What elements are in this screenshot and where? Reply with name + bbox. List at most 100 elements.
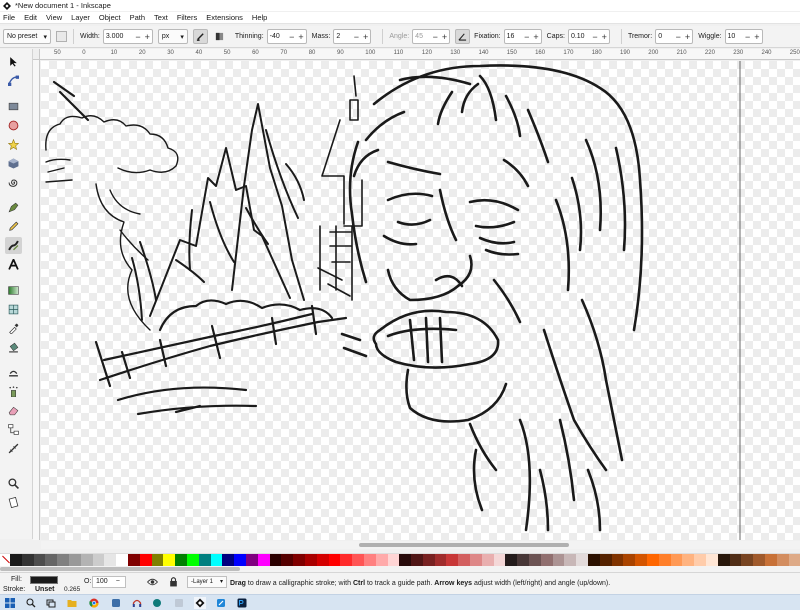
plus-icon[interactable]: + (442, 32, 447, 42)
plus-icon[interactable]: + (363, 32, 368, 42)
minus-icon[interactable]: − (524, 32, 529, 42)
color-swatch[interactable] (564, 554, 577, 566)
preset-dropdown[interactable]: No preset ▾ (3, 29, 51, 44)
color-swatch[interactable] (352, 554, 364, 566)
color-swatch[interactable] (517, 554, 530, 566)
color-swatch[interactable] (257, 554, 270, 566)
pressure-button[interactable] (192, 29, 208, 44)
calligraphy-tool[interactable] (5, 237, 22, 254)
mesh-tool[interactable] (5, 301, 22, 318)
color-swatch[interactable] (104, 554, 117, 566)
color-swatch[interactable] (222, 554, 235, 566)
color-swatch[interactable] (92, 554, 105, 566)
color-swatch[interactable] (151, 554, 164, 566)
color-swatch[interactable] (45, 554, 58, 566)
color-swatch[interactable] (505, 554, 518, 566)
spray-tool[interactable] (5, 383, 22, 400)
color-swatch[interactable] (741, 554, 754, 566)
color-swatch[interactable] (788, 554, 800, 566)
color-swatch[interactable] (281, 554, 294, 566)
plus-icon[interactable]: + (754, 32, 759, 42)
headset-icon[interactable] (131, 597, 143, 609)
menu-object[interactable]: Object (99, 13, 121, 22)
color-swatch[interactable] (139, 554, 152, 566)
color-swatch[interactable] (588, 554, 600, 566)
color-swatch[interactable] (387, 554, 400, 566)
color-swatch[interactable] (10, 554, 22, 566)
color-swatch[interactable] (316, 554, 329, 566)
color-swatch[interactable] (717, 554, 730, 566)
stroke-value[interactable]: Unset (35, 586, 54, 593)
minus-icon[interactable]: − (676, 32, 681, 42)
pen-tool[interactable] (5, 199, 22, 216)
color-swatch[interactable] (269, 554, 282, 566)
angle-spinbox[interactable]: 45 − + (412, 29, 451, 44)
selector-tool[interactable] (5, 53, 22, 70)
minus-icon[interactable]: − (433, 32, 438, 42)
photoshop-icon[interactable] (236, 597, 248, 609)
color-swatch[interactable] (446, 554, 459, 566)
color-swatch[interactable] (765, 554, 777, 566)
wiggle-spinbox[interactable]: 10 − + (724, 29, 763, 44)
color-swatch[interactable] (186, 554, 199, 566)
color-swatch[interactable] (304, 554, 317, 566)
color-swatch[interactable] (576, 554, 589, 566)
color-swatch[interactable] (647, 554, 659, 566)
color-swatch[interactable] (670, 554, 683, 566)
minus-icon[interactable]: − (592, 32, 597, 42)
gradient-tool[interactable] (5, 282, 22, 299)
thinning-spinbox[interactable]: -40 − + (266, 29, 307, 44)
layer-dropdown[interactable]: -Layer 1 ▾ (187, 576, 227, 588)
color-swatch[interactable] (422, 554, 435, 566)
ellipse-tool[interactable] (5, 117, 22, 134)
minus-icon[interactable]: − (354, 32, 359, 42)
menu-text[interactable]: Text (154, 13, 168, 22)
plus-icon[interactable]: + (533, 32, 538, 42)
stroke-width-value[interactable]: 0.265 (64, 586, 80, 593)
task-view-icon[interactable] (45, 597, 57, 609)
color-swatch[interactable] (328, 554, 341, 566)
color-swatch[interactable] (375, 554, 388, 566)
color-swatch[interactable] (116, 554, 128, 566)
app-icon[interactable] (151, 597, 163, 609)
menu-file[interactable]: File (3, 13, 15, 22)
color-swatch[interactable] (363, 554, 376, 566)
scrollbar-thumb[interactable] (359, 543, 569, 547)
color-swatch[interactable] (127, 554, 140, 566)
color-swatch[interactable] (694, 554, 707, 566)
color-swatch[interactable] (470, 554, 482, 566)
opacity-spinbox[interactable]: 100 − (92, 576, 126, 588)
color-swatch[interactable] (599, 554, 612, 566)
color-swatch[interactable] (175, 554, 187, 566)
color-swatch[interactable] (434, 554, 447, 566)
color-swatch[interactable] (682, 554, 695, 566)
save-preset-icon[interactable] (56, 31, 67, 42)
color-swatch[interactable] (635, 554, 648, 566)
width-spinbox[interactable]: 3.000 − + (102, 29, 153, 44)
drawing-canvas[interactable] (41, 61, 800, 540)
color-swatch[interactable] (245, 554, 258, 566)
inkscape-taskbar-icon[interactable] (194, 597, 206, 609)
color-swatch[interactable] (80, 554, 93, 566)
color-swatch[interactable] (540, 554, 553, 566)
color-swatch[interactable] (33, 554, 46, 566)
color-swatch[interactable] (57, 554, 69, 566)
color-swatch[interactable] (481, 554, 494, 566)
plus-icon[interactable]: + (602, 32, 607, 42)
color-swatch[interactable] (234, 554, 246, 566)
pencil-tool[interactable] (5, 218, 22, 235)
star-tool[interactable] (5, 136, 22, 153)
mass-spinbox[interactable]: 2 − + (333, 29, 372, 44)
color-swatch[interactable] (552, 554, 565, 566)
color-swatch[interactable] (729, 554, 742, 566)
horizontal-ruler[interactable]: 50 0 10 20 30 40 50 60 70 80 90 100 110 120 130 140 150 1… (40, 49, 800, 60)
minus-icon[interactable]: − (289, 32, 294, 42)
menu-edit[interactable]: Edit (24, 13, 37, 22)
zoom-tool[interactable] (5, 475, 22, 492)
menu-layer[interactable]: Layer (71, 13, 90, 22)
color-swatch[interactable] (163, 554, 176, 566)
palette-scrollbar-thumb[interactable] (0, 567, 240, 571)
color-swatch[interactable] (493, 554, 506, 566)
color-swatch[interactable] (658, 554, 671, 566)
visibility-eye-icon[interactable] (147, 577, 158, 587)
